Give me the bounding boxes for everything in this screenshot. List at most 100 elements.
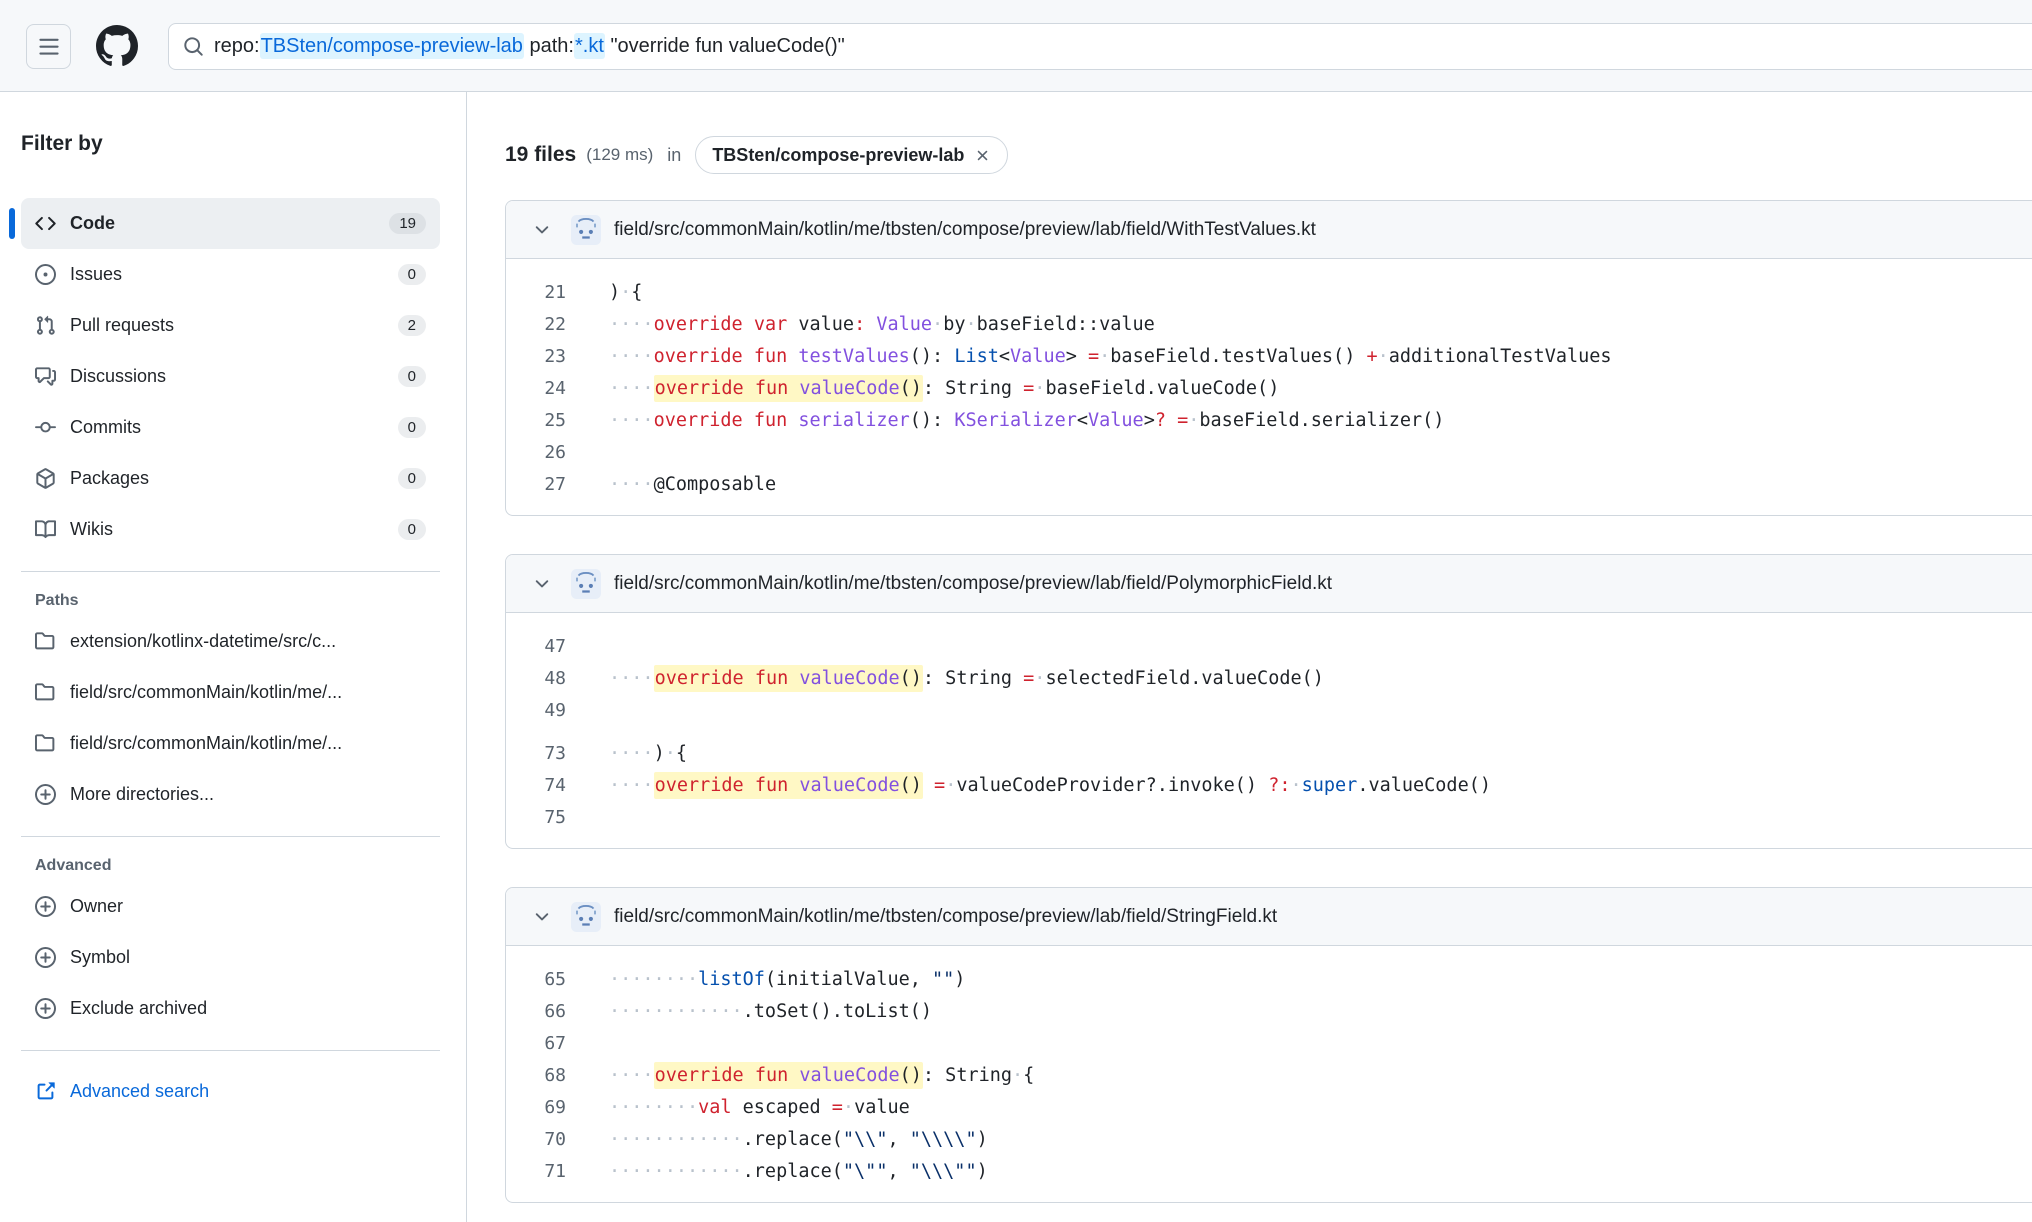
sidebar-nav-item[interactable]: Packages 0 [21, 453, 440, 504]
line-number: 74 [506, 775, 566, 796]
code-line: 69········val escaped =·value [506, 1091, 2032, 1123]
sidebar-filter-item[interactable]: field/src/commonMain/kotlin/me/... [21, 718, 440, 769]
line-number: 24 [506, 378, 566, 399]
line-number: 21 [506, 282, 566, 303]
code-text: ····override fun valueCode() =·valueCode… [566, 775, 1491, 796]
results-count: 19 files [505, 143, 576, 167]
sidebar-nav-item[interactable]: Commits 0 [21, 402, 440, 453]
link-external-icon [35, 1081, 56, 1102]
match-highlight: override fun valueCode() [654, 1062, 923, 1089]
hamburger-menu-button[interactable] [26, 24, 71, 69]
code-text: ····override fun valueCode(): String·{ [566, 1065, 1034, 1086]
search-query-part: path: [524, 35, 574, 57]
code-text [566, 1033, 620, 1054]
code-line: 74····override fun valueCode() =·valueCo… [506, 769, 2032, 801]
sidebar-filter-item[interactable]: Owner [21, 881, 440, 932]
code-line: 26 [506, 436, 2032, 468]
sidebar-filter-item[interactable]: extension/kotlinx-datetime/src/c... [21, 616, 440, 667]
plus-circle-icon [35, 947, 56, 968]
chevron-down-icon[interactable] [532, 220, 552, 240]
count-badge: 0 [398, 366, 426, 387]
count-badge: 0 [398, 264, 426, 285]
code-text: ············.replace("\"", "\\\"") [566, 1161, 988, 1182]
results-in-label: in [667, 145, 681, 166]
line-number: 49 [506, 700, 566, 721]
code-line: 71············.replace("\"", "\\\"") [506, 1155, 2032, 1187]
sidebar-filter-item[interactable]: Symbol [21, 932, 440, 983]
sidebar-nav-item[interactable]: Issues 0 [21, 249, 440, 300]
count-badge: 0 [398, 417, 426, 438]
sidebar-nav-item[interactable]: Pull requests 2 [21, 300, 440, 351]
sidebar-nav-item[interactable]: Discussions 0 [21, 351, 440, 402]
line-number: 70 [506, 1129, 566, 1150]
file-card-header: field/src/commonMain/kotlin/me/tbsten/co… [506, 888, 2032, 946]
sidebar-filter-item[interactable]: Exclude archived [21, 983, 440, 1034]
chevron-down-icon[interactable] [532, 574, 552, 594]
sidebar-filter-item[interactable]: field/src/commonMain/kotlin/me/... [21, 667, 440, 718]
sidebar-title: Filter by [21, 132, 440, 156]
code-text [566, 700, 620, 721]
code-line: 48····override fun valueCode(): String =… [506, 662, 2032, 694]
divider [21, 836, 440, 837]
code-text: ····)·{ [566, 743, 687, 764]
line-number: 23 [506, 346, 566, 367]
nav-item-label: Wikis [70, 519, 113, 540]
file-path-link[interactable]: field/src/commonMain/kotlin/me/tbsten/co… [614, 219, 1316, 241]
code-line: 75 [506, 801, 2032, 833]
filter-item-label: Exclude archived [70, 998, 207, 1019]
folder-icon [35, 733, 56, 754]
sidebar-nav-item[interactable]: Code 19 [21, 198, 440, 249]
filter-item-label: More directories... [70, 784, 214, 805]
code-line: 73····)·{ [506, 737, 2032, 769]
line-number: 26 [506, 442, 566, 463]
file-path-link[interactable]: field/src/commonMain/kotlin/me/tbsten/co… [614, 573, 1332, 595]
code-text: ····@Composable [566, 474, 776, 495]
file-path-link[interactable]: field/src/commonMain/kotlin/me/tbsten/co… [614, 906, 1277, 928]
line-number: 73 [506, 743, 566, 764]
line-number: 22 [506, 314, 566, 335]
repo-filter-chip[interactable]: TBSten/compose-preview-lab [695, 136, 1008, 174]
advanced-search-link[interactable]: Advanced search [35, 1081, 440, 1102]
line-number: 67 [506, 1033, 566, 1054]
code-snippet: 21)·{22····override var value: Value·by·… [506, 259, 2032, 515]
search-input[interactable]: repo:TBSten/compose-preview-lab path:*.k… [168, 23, 2032, 70]
search-query-part: TBSten/compose-preview-lab [260, 33, 524, 59]
filter-nav: Code 19 Issues 0 Pull requests 2 Discuss… [21, 198, 440, 555]
book-icon [35, 519, 56, 540]
code-text [566, 807, 620, 828]
chevron-down-icon[interactable] [532, 907, 552, 927]
sidebar-nav-item[interactable]: Wikis 0 [21, 504, 440, 555]
results-list: field/src/commonMain/kotlin/me/tbsten/co… [505, 200, 2032, 1222]
results-header: 19 files (129 ms) in TBSten/compose-prev… [505, 136, 2032, 174]
file-result-card: field/src/commonMain/kotlin/me/tbsten/co… [505, 554, 2032, 849]
sidebar-filter-item[interactable]: More directories... [21, 769, 440, 820]
search-query: repo:TBSten/compose-preview-lab path:*.k… [214, 35, 845, 58]
file-result-card: field/src/commonMain/kotlin/me/tbsten/co… [505, 887, 2032, 1203]
code-text: ····override var value: Value·by·baseFie… [566, 314, 1155, 335]
count-badge: 0 [398, 519, 426, 540]
close-icon[interactable] [974, 147, 991, 164]
plus-circle-icon [35, 998, 56, 1019]
search-icon [183, 36, 204, 57]
results-duration: (129 ms) [586, 145, 653, 165]
repo-avatar [571, 215, 601, 245]
code-line: 27····@Composable [506, 468, 2032, 500]
code-line: 68····override fun valueCode(): String·{ [506, 1059, 2032, 1091]
nav-item-label: Pull requests [70, 315, 174, 336]
count-badge: 2 [398, 315, 426, 336]
search-query-part: repo: [214, 35, 260, 57]
code-text [566, 442, 620, 463]
filter-item-label: extension/kotlinx-datetime/src/c... [70, 631, 336, 652]
code-line: 24····override fun valueCode(): String =… [506, 372, 2032, 404]
filter-item-label: field/src/commonMain/kotlin/me/... [70, 682, 342, 703]
code-line: 49 [506, 694, 2032, 726]
match-highlight: override fun valueCode() [654, 665, 923, 692]
code-line: 67 [506, 1027, 2032, 1059]
line-number: 68 [506, 1065, 566, 1086]
code-text: ····override fun valueCode(): String =·s… [566, 668, 1324, 689]
line-number: 65 [506, 969, 566, 990]
git-pull-request-icon [35, 315, 56, 336]
github-logo[interactable] [96, 25, 138, 67]
line-number: 47 [506, 636, 566, 657]
line-number: 69 [506, 1097, 566, 1118]
